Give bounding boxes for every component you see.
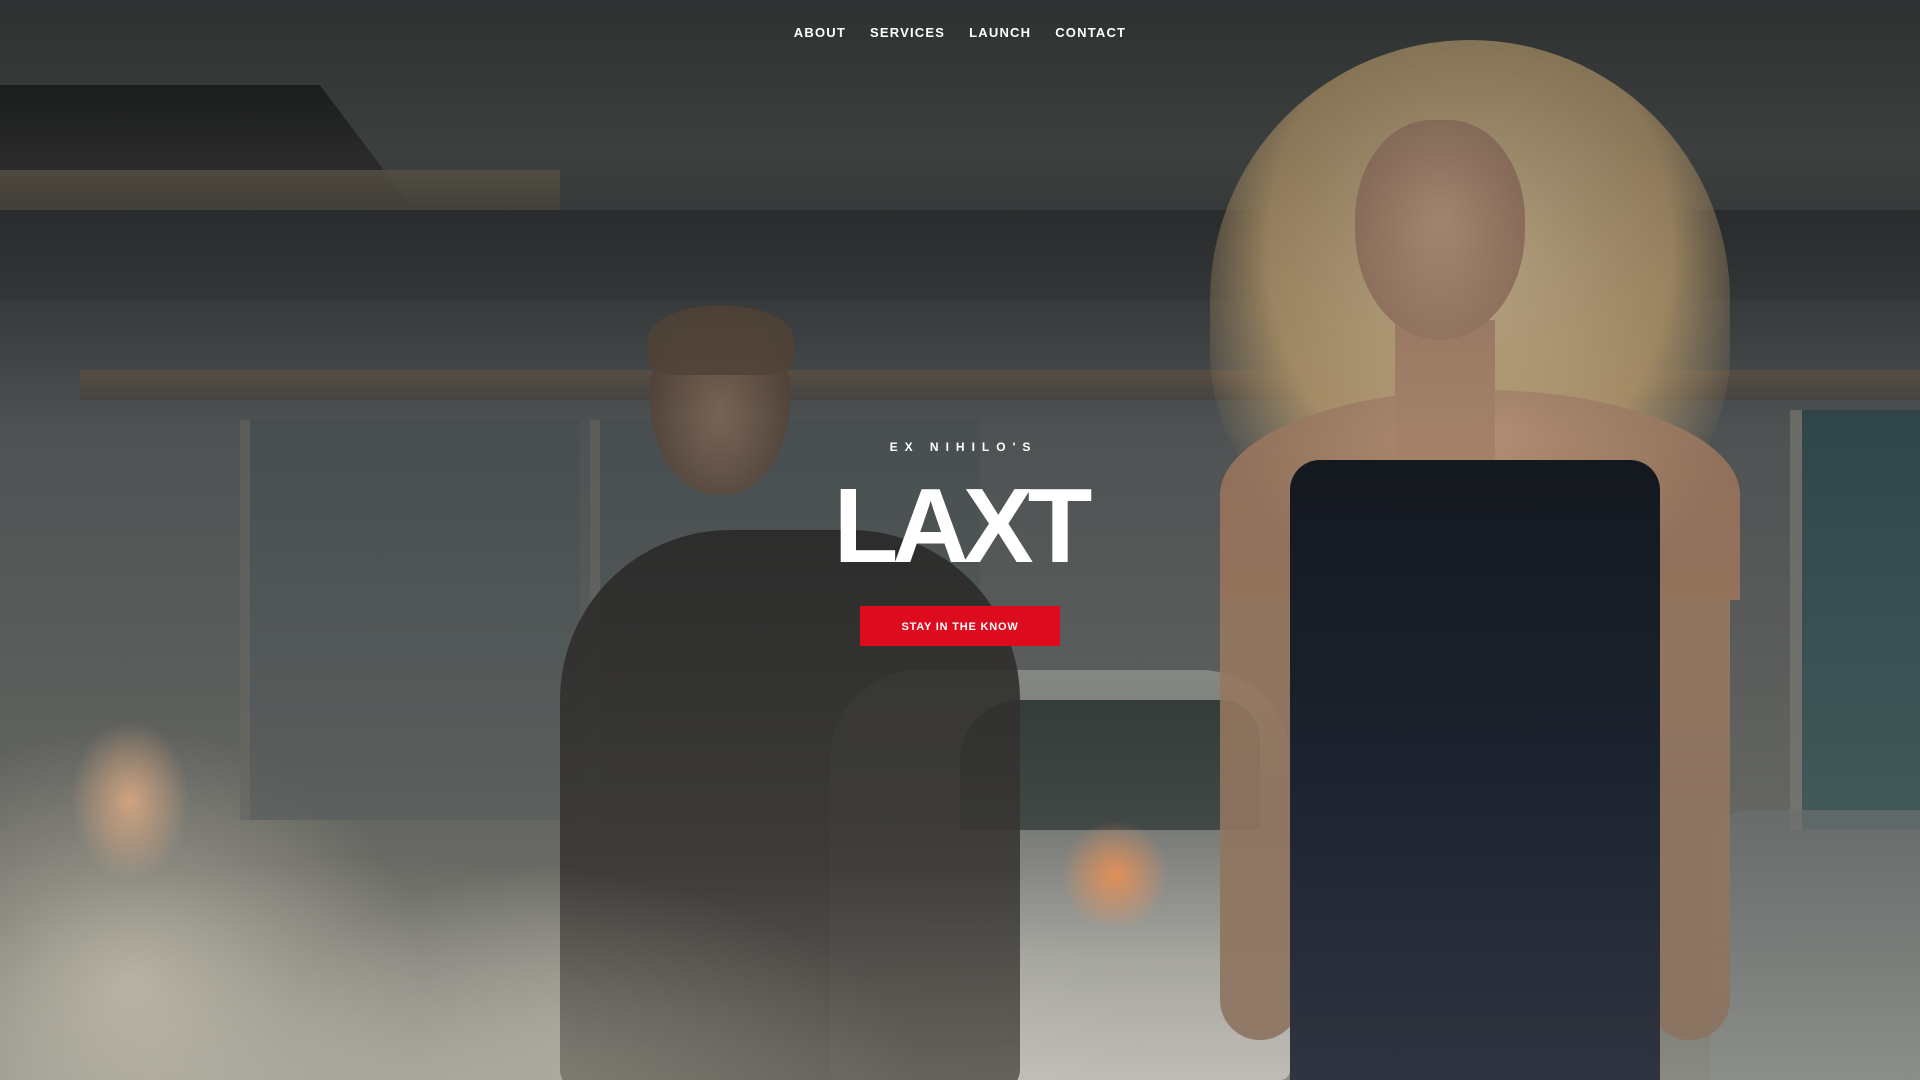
hero-title: LAXT	[833, 467, 1093, 585]
stay-in-the-know-button[interactable]: STAY IN THE KNOW	[860, 606, 1060, 646]
hero-section: ABOUT SERVICES LAUNCH CONTACT EX NIHILO'…	[0, 0, 1920, 1080]
top-nav: ABOUT SERVICES LAUNCH CONTACT	[0, 25, 1920, 40]
nav-link-contact[interactable]: CONTACT	[1055, 25, 1126, 40]
nav-link-about[interactable]: ABOUT	[794, 25, 846, 40]
hero-content: EX NIHILO'S LAXT STAY IN THE KNOW	[0, 440, 1920, 646]
nav-link-launch[interactable]: LAUNCH	[969, 25, 1031, 40]
hero-eyebrow: EX NIHILO'S	[889, 440, 1038, 454]
nav-link-services[interactable]: SERVICES	[870, 25, 945, 40]
